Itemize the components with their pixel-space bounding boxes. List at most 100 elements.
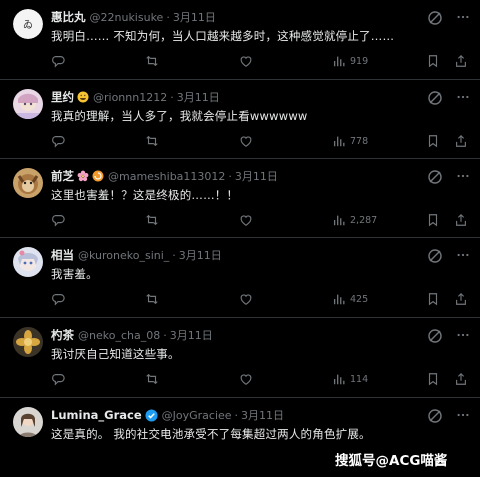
timestamp[interactable]: 3月11日 (173, 9, 216, 25)
tweet-text: 我害羞。 (51, 267, 98, 281)
separator-dot: · (166, 10, 170, 24)
views-stat[interactable]: 919 (332, 53, 368, 69)
avatar[interactable]: ゐ (13, 9, 43, 39)
views-icon (333, 215, 345, 226)
views-stat[interactable]: 2,287 (332, 212, 377, 228)
tweet-actions: 114 (51, 371, 471, 387)
views-count: 2,287 (350, 214, 378, 226)
bookmark-icon[interactable] (426, 133, 440, 149)
more-options-icon[interactable] (455, 247, 471, 263)
like-icon[interactable] (239, 133, 253, 149)
more-options-icon[interactable] (455, 89, 471, 105)
user-handle[interactable]: @22nukisuke (90, 11, 164, 24)
tweet-feed: ゐ 惠比丸 @22nukisuke · 3月11日 我明白…… 不知为何，当人口… (0, 0, 480, 477)
user-handle[interactable]: @rionnn1212 (93, 91, 167, 104)
avatar[interactable] (13, 247, 43, 277)
retweet-icon[interactable] (145, 291, 159, 307)
retweet-icon[interactable] (145, 212, 159, 228)
separator-dot: · (163, 328, 167, 342)
tweet[interactable]: 相当 @kuroneko_sini_ · 3月11日 我害羞。 425 (0, 238, 480, 318)
views-icon (333, 56, 345, 67)
share-icon[interactable] (454, 212, 468, 228)
grok-icon[interactable] (427, 408, 443, 424)
views-stat[interactable]: 425 (332, 291, 368, 307)
more-options-icon[interactable] (455, 407, 471, 423)
views-icon (333, 294, 345, 305)
display-name[interactable]: 相当 (51, 247, 74, 263)
orange-swirl-emoji (92, 170, 104, 182)
share-icon[interactable] (454, 291, 468, 307)
views-icon (333, 136, 345, 147)
avatar[interactable] (13, 89, 43, 119)
timestamp[interactable]: 3月11日 (170, 327, 213, 343)
tweet[interactable]: 里约 @rionnn1212 · 3月11日 我真的理解，当人多了，我就会停止看… (0, 80, 480, 159)
share-icon[interactable] (454, 371, 468, 387)
grok-icon[interactable] (427, 248, 443, 264)
like-icon[interactable] (239, 291, 253, 307)
avatar[interactable] (13, 407, 43, 437)
tweet[interactable]: ゐ 惠比丸 @22nukisuke · 3月11日 我明白…… 不知为何，当人口… (0, 0, 480, 80)
views-count: 425 (350, 293, 369, 305)
display-name[interactable]: 杓茶 (51, 327, 74, 343)
tweet-text: 我讨厌自己知道这些事。 (51, 347, 180, 361)
separator-dot: · (234, 408, 239, 422)
watermark: 搜狐号@ACG喵酱 (335, 453, 448, 469)
views-icon (333, 374, 345, 385)
like-icon[interactable] (239, 53, 253, 69)
display-name[interactable]: Lumina_Grace (51, 408, 142, 422)
bookmark-icon[interactable] (426, 53, 440, 69)
display-name[interactable]: 前芝 (51, 168, 74, 184)
grok-icon[interactable] (427, 10, 443, 26)
share-icon[interactable] (454, 133, 468, 149)
tweet-text: 我真的理解，当人多了，我就会停止看wwwwww (51, 109, 308, 123)
bookmark-icon[interactable] (426, 371, 440, 387)
more-options-icon[interactable] (455, 168, 471, 184)
views-stat[interactable]: 114 (332, 371, 368, 387)
reply-icon[interactable] (51, 212, 65, 228)
grok-icon[interactable] (427, 169, 443, 185)
timestamp[interactable]: 3月11日 (241, 407, 284, 423)
tweet[interactable]: 杓茶 @neko_cha_08 · 3月11日 我讨厌自己知道这些事。 114 (0, 318, 480, 398)
tweet[interactable]: 前芝 @mameshiba113012 · 3月11日 这里也害羞！？这是终极的… (0, 159, 480, 238)
reply-icon[interactable] (51, 371, 65, 387)
like-icon[interactable] (239, 212, 253, 228)
separator-dot: · (170, 90, 174, 104)
more-options-icon[interactable] (455, 9, 471, 25)
tweet-text: 我明白…… 不知为何，当人口越来越多时，这种感觉就停止了…… (51, 29, 395, 43)
verified-badge-icon (145, 408, 158, 422)
timestamp[interactable]: 3月11日 (177, 89, 220, 105)
tweet-actions: 425 (51, 291, 471, 307)
views-count: 919 (350, 55, 369, 67)
display-name[interactable]: 惠比丸 (51, 9, 86, 25)
user-handle[interactable]: @mameshiba113012 (108, 170, 225, 183)
user-handle[interactable]: @JoyGraciee (162, 409, 232, 422)
grok-icon[interactable] (427, 328, 443, 344)
reply-icon[interactable] (51, 133, 65, 149)
avatar[interactable] (13, 327, 43, 357)
more-options-icon[interactable] (455, 327, 471, 343)
views-count: 778 (350, 135, 369, 147)
reply-icon[interactable] (51, 53, 65, 69)
reply-icon[interactable] (51, 291, 65, 307)
grok-icon[interactable] (427, 90, 443, 106)
bookmark-icon[interactable] (426, 212, 440, 228)
timestamp[interactable]: 3月11日 (235, 168, 278, 184)
separator-dot: · (172, 248, 176, 262)
display-name[interactable]: 里约 (51, 89, 74, 105)
retweet-icon[interactable] (145, 133, 159, 149)
cherry-blossom-emoji (77, 170, 89, 182)
bookmark-icon[interactable] (426, 291, 440, 307)
grinning-face-emoji (77, 91, 89, 103)
user-handle[interactable]: @neko_cha_08 (78, 329, 160, 342)
timestamp[interactable]: 3月11日 (179, 247, 222, 263)
like-icon[interactable] (239, 371, 253, 387)
share-icon[interactable] (454, 53, 468, 69)
avatar[interactable] (13, 168, 43, 198)
retweet-icon[interactable] (145, 371, 159, 387)
svg-text:ゐ: ゐ (23, 19, 33, 31)
tweet-actions: 2,287 (51, 212, 471, 228)
retweet-icon[interactable] (145, 53, 159, 69)
tweet-actions: 778 (51, 133, 471, 149)
user-handle[interactable]: @kuroneko_sini_ (78, 249, 169, 262)
views-stat[interactable]: 778 (332, 133, 368, 149)
